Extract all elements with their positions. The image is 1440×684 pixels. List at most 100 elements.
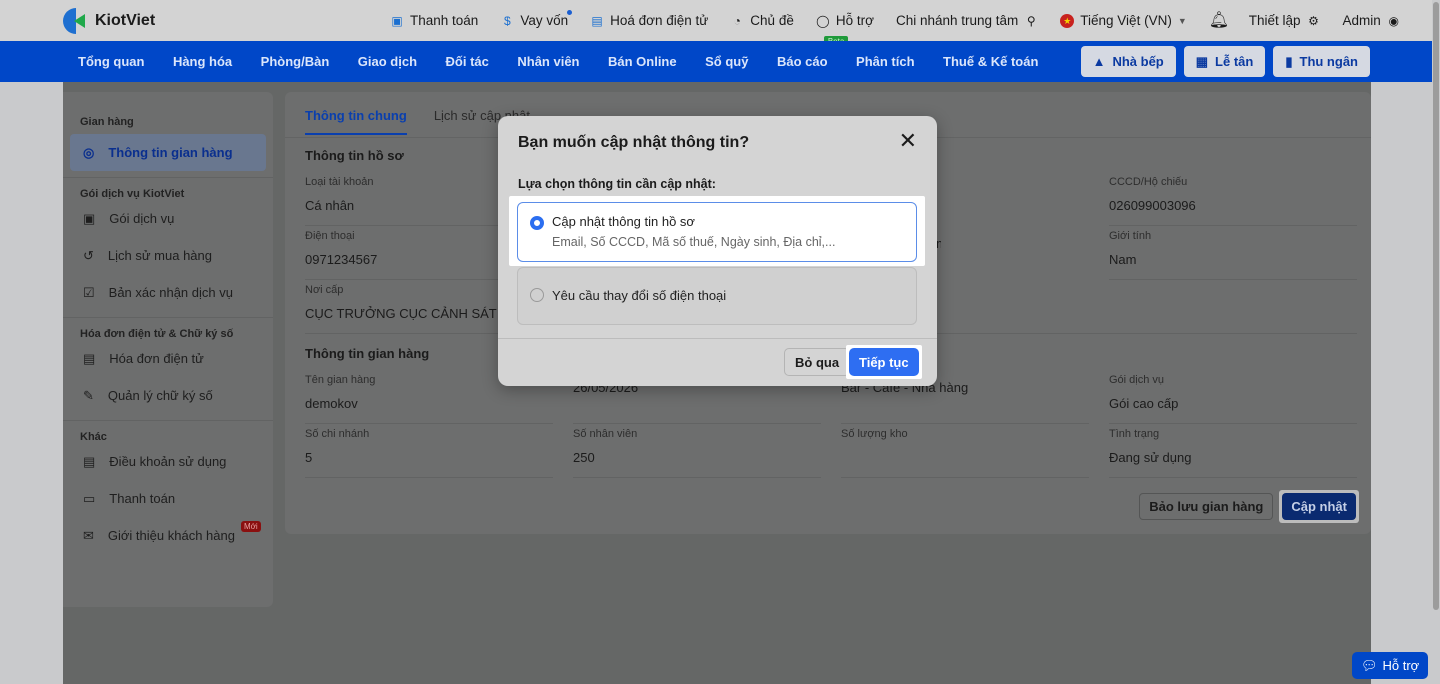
store-section-title: Thông tin gian hàng [305,346,430,361]
option-update-profile[interactable]: Cập nhật thông tin hồ sơ Email, Số CCCD,… [517,202,917,262]
label: CCCD/Hộ chiếu [1109,176,1188,188]
value: 026099003096 [1109,198,1196,213]
scrollbar[interactable] [1432,0,1440,684]
calendar-icon: ▦ [1195,53,1209,69]
skip-button[interactable]: Bỏ qua [784,348,851,376]
label: Chi nhánh trung tâm [895,13,1019,28]
chat-bubble-icon: 💬︎ [1361,657,1378,673]
label: Tình trạng [1109,428,1160,440]
sidebar-item-payment[interactable]: ▭ Thanh toán [63,480,273,517]
help-chat-button[interactable]: 💬︎ Hỗ trợ [1352,652,1429,679]
mail-icon: ✉ [83,527,94,543]
money-bag-icon: $ [503,13,511,28]
brand-name: KiotViet [95,12,156,29]
label: Lễ tân [1215,54,1254,69]
sidebar-item-service-confirmation[interactable]: ☑ Bản xác nhận dịch vụ [63,274,273,311]
reception-button[interactable]: ▦ Lễ tân [1183,46,1266,77]
sidebar-item-digital-signature[interactable]: ✎ Quản lý chữ ký số [63,377,273,414]
kiotviet-logo[interactable]: KiotViet [63,8,155,34]
kitchen-button[interactable]: ▲ Nhà bếp [1080,46,1176,77]
wallet-icon: ▭ [83,490,96,506]
close-icon[interactable]: ✕ [899,130,917,152]
label: Thanh toán [410,13,479,28]
backup-store-button[interactable]: Bảo lưu gian hàng [1139,493,1274,520]
topbar-payment[interactable]: ▣ Thanh toán [390,13,478,28]
sidebar-item-referral[interactable]: ✉ Giới thiệu khách hàng Mới [63,517,273,554]
nav-analytics[interactable]: Phân tích [856,54,915,69]
label: Gói dịch vụ [109,211,175,226]
topbar-einvoice[interactable]: ▤ Hoá đơn điện tử [590,13,708,28]
gear-icon: ⚙ [1308,13,1319,28]
label: Giới thiệu khách hàng [107,528,235,543]
scrollbar-thumb[interactable] [1433,2,1439,610]
radio-selected[interactable] [530,216,544,230]
admin-menu[interactable]: Admin ◉ [1343,13,1401,28]
label: Gói dịch vụ [1109,374,1165,386]
nav-cashbook[interactable]: Sổ quỹ [705,54,748,69]
label: Thiết lập [1248,13,1301,28]
document-icon: ▤ [83,453,96,469]
sidebar-item-store-info[interactable]: ◎ Thông tin gian hàng [70,134,266,171]
new-badge: Mới [240,521,261,532]
history-icon: ↺ [83,247,94,263]
notification-dot [567,10,573,15]
nav-rooms[interactable]: Phòng/Bàn [261,54,330,69]
update-button[interactable]: Cập nhật [1282,493,1356,520]
nav-staff[interactable]: Nhân viên [517,54,579,69]
language-selector[interactable]: ★ Tiếng Việt (VN) ▼ [1060,13,1187,28]
field-status: Tình trạng Đang sử dụng [1109,424,1357,478]
label: Bản xác nhận dịch vụ [108,285,233,300]
field-warehouse-count: Số lượng kho [841,424,1089,478]
nav-overview[interactable]: Tổng quan [78,54,144,69]
invoice-icon: ▤ [83,350,96,366]
store-icon: ▣ [83,210,96,226]
payment-icon: ▣ [391,13,403,28]
value: Đang sử dụng [1109,450,1192,465]
user-icon: ◉ [1388,13,1400,28]
label: Vay vốn [520,13,569,28]
settings-menu[interactable]: Thiết lập ⚙ [1249,13,1321,28]
user-circle-icon: ◎ [83,144,95,160]
location-icon: ⚲ [1026,13,1036,28]
notifications-button[interactable]: 🔔︎ [1208,11,1230,29]
label: Quản lý chữ ký số [107,388,213,403]
sidebar-group-services: Gói dịch vụ KiotViet [80,188,185,200]
sidebar-item-service-plan[interactable]: ▣ Gói dịch vụ [63,200,273,237]
tab-general-info[interactable]: Thông tin chung [305,108,407,135]
divider [63,420,273,421]
topbar-theme[interactable]: ◔ Chủ đề [730,13,794,28]
nav-transactions[interactable]: Giao dịch [358,54,417,69]
sidebar-group-other: Khác [80,431,107,443]
nav-tax[interactable]: Thuế & Kế toán [943,54,1038,69]
divider [63,317,273,318]
label: Hoá đơn điện tử [610,13,709,28]
option-change-phone[interactable]: Yêu cầu thay đổi số điện thoại [517,267,917,325]
nav-online[interactable]: Bán Online [608,54,677,69]
sidebar-item-terms[interactable]: ▤ Điều khoản sử dụng [63,443,273,480]
file-check-icon: ☑ [83,284,95,300]
label: Thanh toán [109,491,176,506]
nav-partners[interactable]: Đối tác [446,54,489,69]
sidebar-group-einvoice: Hóa đơn điện tử & Chữ ký số [80,328,234,340]
topbar-loan[interactable]: $ Vay vốn [500,10,573,28]
sidebar-group-store: Gian hàng [80,116,134,128]
label: Số chi nhánh [305,428,370,440]
chevron-down-icon: ▼ [1177,15,1187,26]
nav-reports[interactable]: Báo cáo [777,54,828,69]
label: Giới tính [1109,230,1152,242]
label: Thu ngân [1299,54,1359,69]
label: Nhà bếp [1112,54,1164,69]
continue-button[interactable]: Tiếp tục [849,348,919,376]
bell-icon: 🔔︎ [1208,11,1230,29]
sidebar-item-einvoice[interactable]: ▤ Hóa đơn điện tử [63,340,273,377]
sidebar-item-purchase-history[interactable]: ↺ Lịch sử mua hàng [63,237,273,274]
cashier-button[interactable]: ▮ Thu ngân [1273,46,1370,77]
signature-icon: ✎ [83,387,94,403]
branch-selector[interactable]: Chi nhánh trung tâm ⚲ [896,13,1038,28]
option-label: Cập nhật thông tin hồ sơ [552,214,695,229]
chat-icon: ◯ [816,13,830,28]
topbar-support[interactable]: ◯Hỗ trợBeta [816,13,874,47]
radio-unselected[interactable] [530,288,544,302]
field-service-plan: Gói dịch vụ Gói cao cấp [1109,370,1357,424]
nav-products[interactable]: Hàng hóa [173,54,232,69]
